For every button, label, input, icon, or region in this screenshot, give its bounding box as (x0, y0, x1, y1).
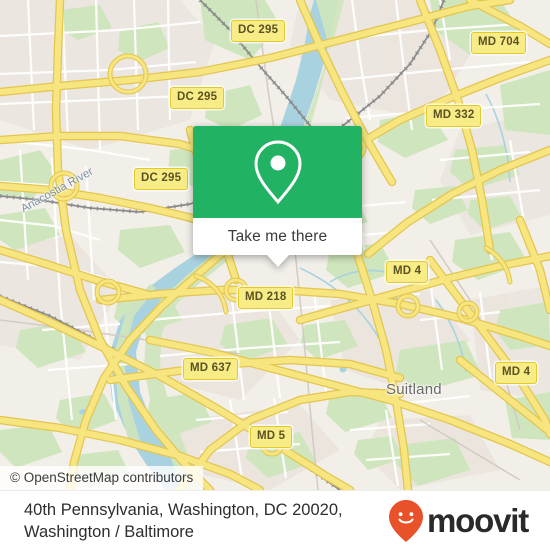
route-shield-dc-295-lower[interactable]: DC 295 (134, 168, 189, 190)
callout-tail-pointer (266, 255, 289, 267)
take-me-there-label: Take me there (227, 227, 328, 245)
route-shield-md-637[interactable]: MD 637 (183, 358, 239, 380)
route-shield-md-332[interactable]: MD 332 (426, 105, 482, 127)
moovit-wordmark: moovit (427, 502, 529, 539)
address-line-2: Washington / Baltimore (24, 522, 194, 541)
route-shield-md-4-east[interactable]: MD 4 (495, 362, 538, 384)
footer-bar: 40th Pennsylvania, Washington, DC 20020,… (0, 490, 550, 550)
address-line-1: 40th Pennsylvania, Washington, DC 20020, (24, 500, 343, 519)
osm-attribution[interactable]: © OpenStreetMap contributors (0, 466, 204, 490)
route-shield-md-218[interactable]: MD 218 (238, 287, 294, 309)
location-pin-icon (253, 140, 302, 205)
address-text: 40th Pennsylvania, Washington, DC 20020,… (24, 499, 343, 543)
route-shield-md-5[interactable]: MD 5 (250, 426, 293, 448)
route-shield-dc-295-upper[interactable]: DC 295 (170, 87, 225, 109)
map-canvas[interactable]: Anacostia River Suitland DC 295 MD 704 D… (0, 0, 550, 490)
moovit-map-screenshot: Anacostia River Suitland DC 295 MD 704 D… (0, 0, 550, 550)
moovit-smiley-pin-icon (389, 499, 424, 542)
route-shield-md-4-middle[interactable]: MD 4 (386, 261, 429, 283)
moovit-brand[interactable]: moovit (389, 499, 532, 542)
route-shield-dc-295-north[interactable]: DC 295 (231, 20, 286, 42)
route-shield-md-704[interactable]: MD 704 (471, 32, 527, 54)
callout-footer[interactable]: Take me there (193, 218, 362, 255)
location-callout-card[interactable]: Take me there (193, 126, 362, 267)
callout-header (193, 126, 362, 218)
